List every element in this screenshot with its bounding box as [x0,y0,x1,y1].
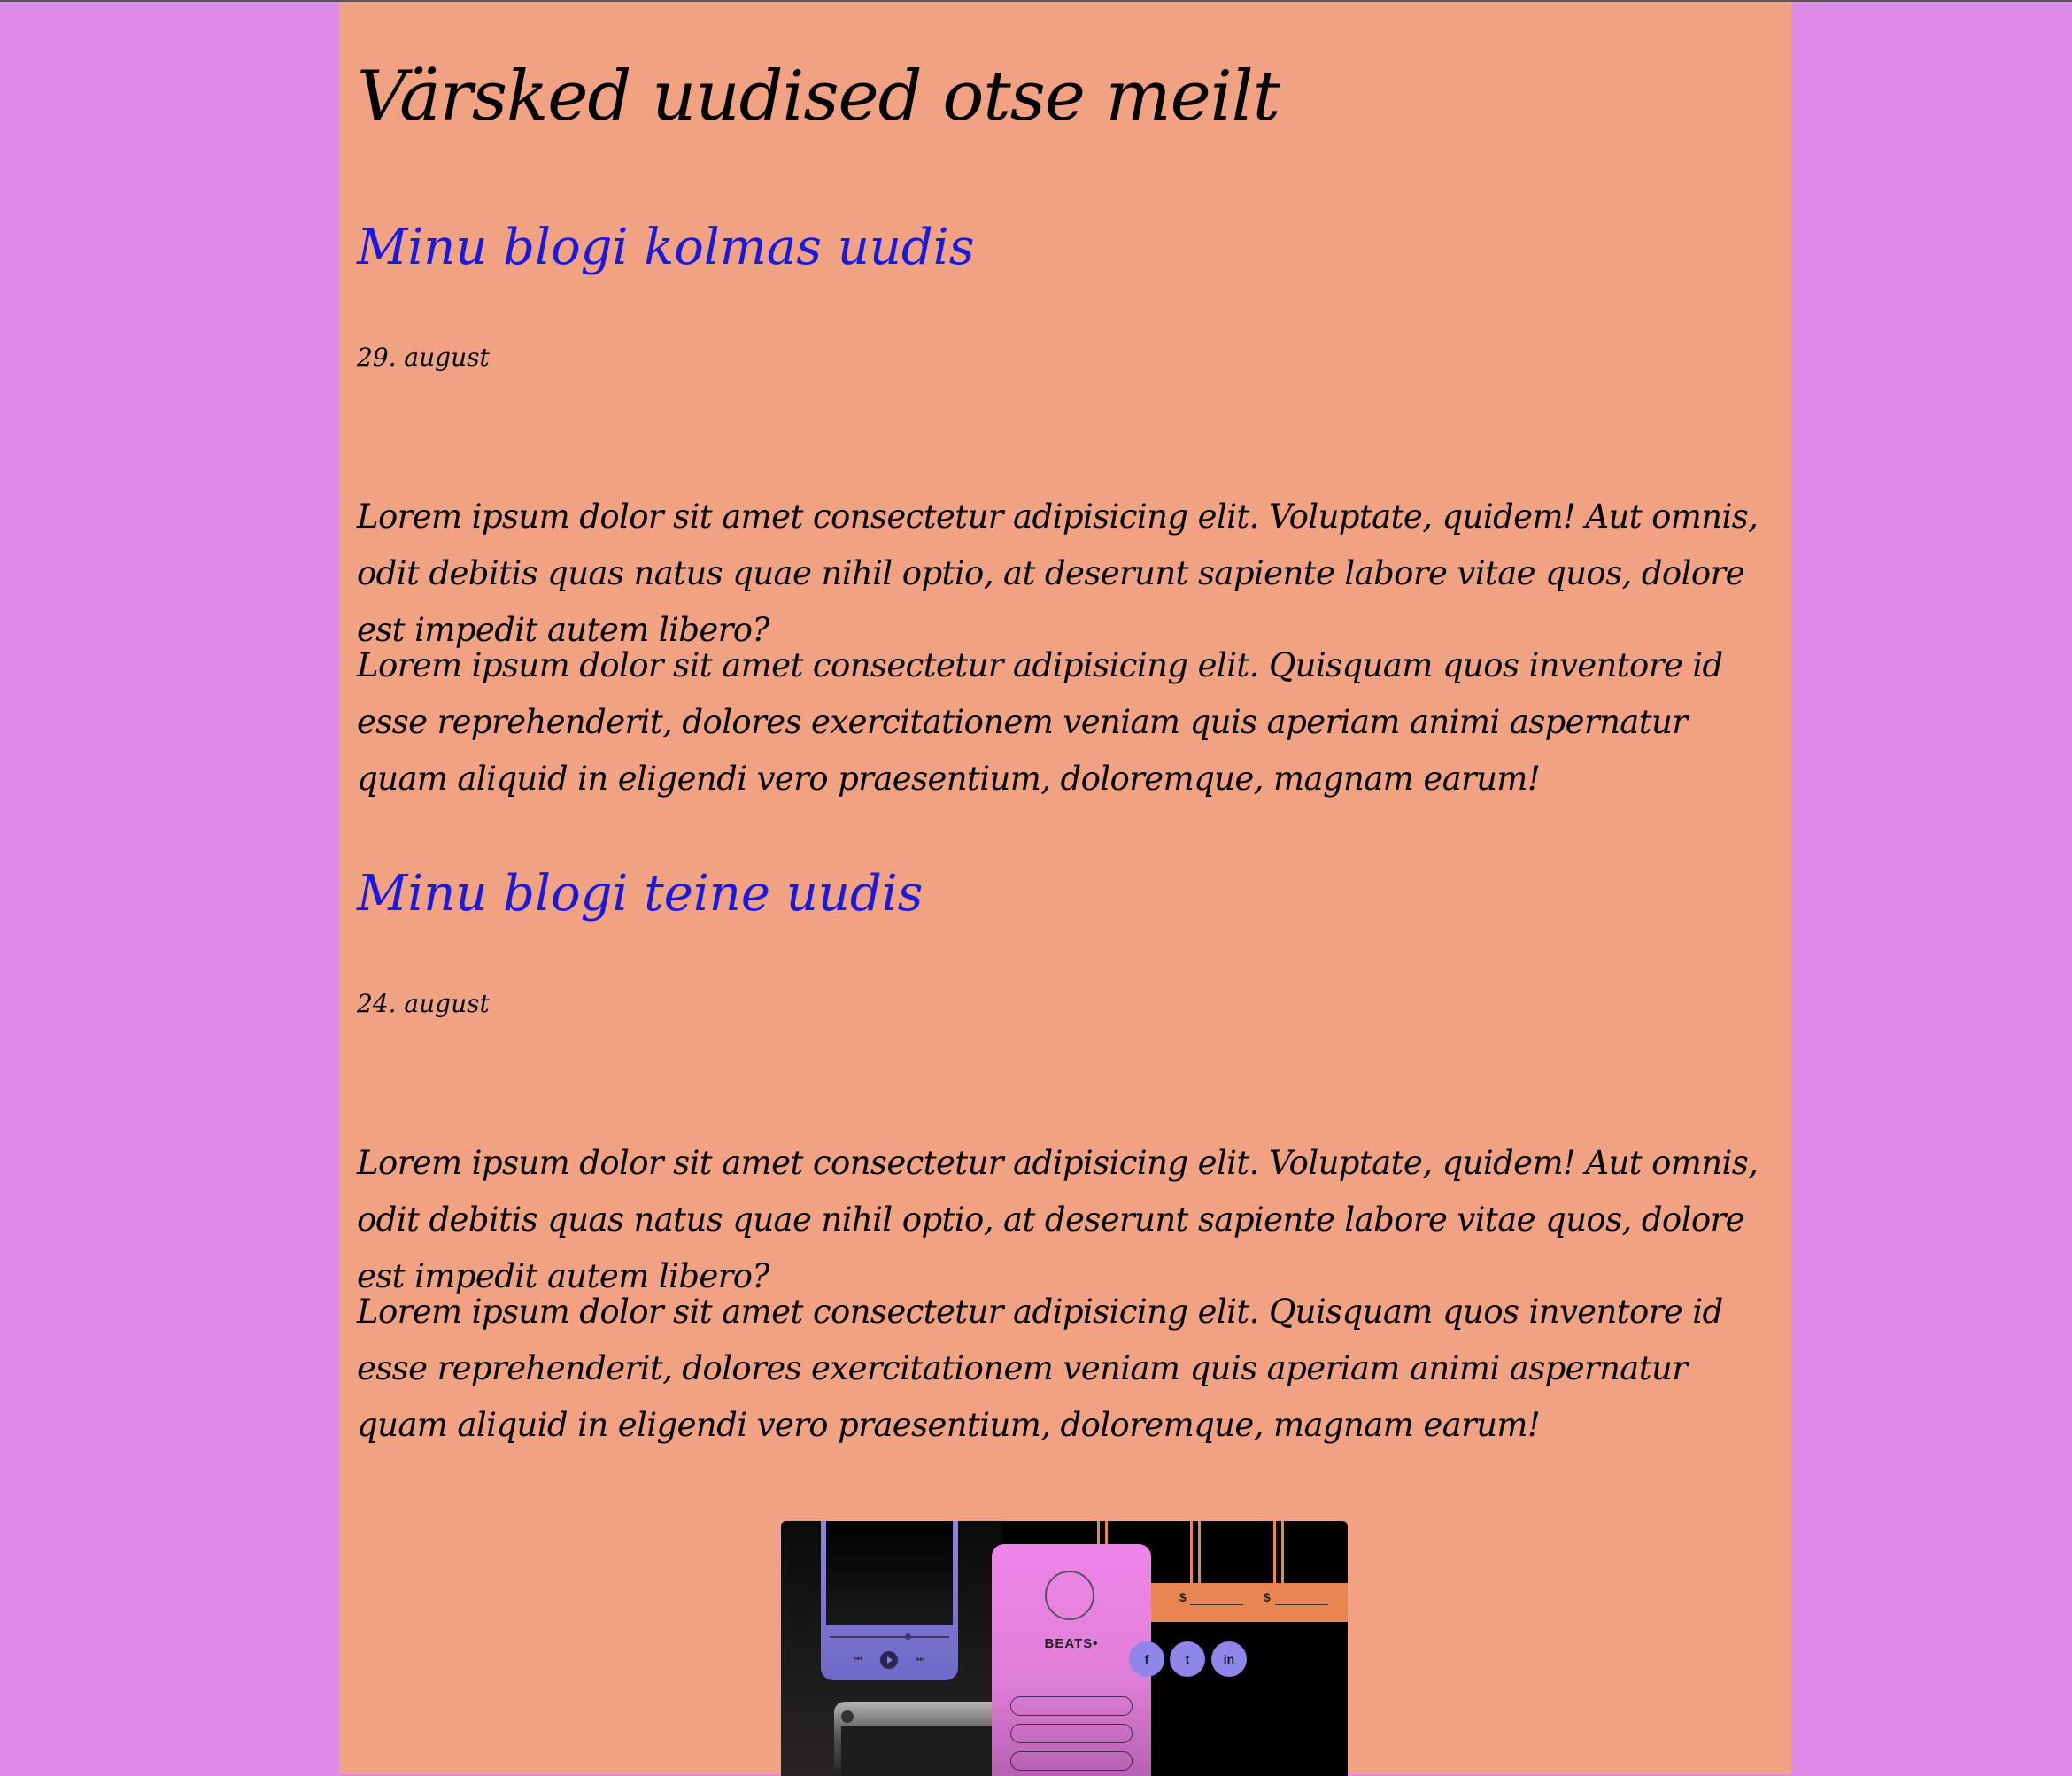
card-body [841,1726,995,1776]
player-progress-knob [905,1633,911,1640]
post-date: 29. august [357,343,490,372]
orange-strip [1273,1521,1284,1583]
post-paragraph: Lorem ipsum dolor sit amet consectetur a… [357,498,1759,649]
next-icon: ⏭ [916,1655,924,1664]
page-container: Värsked uudised otse meilt Minu blogi ko… [339,2,1791,1776]
linkedin-icon: in [1211,1641,1247,1677]
brand-label: BEATS• [1044,1636,1099,1651]
price-symbol: $ [1179,1590,1187,1604]
price-line [1275,1604,1328,1605]
price-line [1190,1604,1243,1605]
page-title: Värsked uudised otse meilt [357,57,1280,136]
facebook-icon: f [1129,1641,1164,1677]
profile-avatar-icon [1045,1571,1094,1620]
phone-button [1010,1751,1133,1771]
post-paragraph: Lorem ipsum dolor sit amet consectetur a… [357,646,1723,798]
post-title-link[interactable]: Minu blogi teine uudis [357,865,923,923]
player-progress-bar [830,1636,949,1638]
play-icon [880,1651,898,1669]
previous-icon: ⏮ [854,1655,862,1664]
phone-button [1010,1724,1133,1743]
twitter-icon: t [1170,1641,1205,1677]
orange-strip [1190,1521,1201,1583]
card-avatar [841,1710,854,1723]
phone-button [1010,1696,1133,1716]
price-symbol: $ [1264,1590,1271,1604]
music-player-mockup: ⏮ ⏭ [821,1521,958,1680]
post-paragraph: Lorem ipsum dolor sit amet consectetur a… [357,1144,1759,1295]
post-paragraph: Lorem ipsum dolor sit amet consectetur a… [357,1293,1723,1444]
grey-card-mockup [834,1702,1002,1776]
post-date: 24. august [357,989,490,1018]
phone-mockup: BEATS• [992,1544,1151,1776]
post-illustration: ⏮ ⏭ $ $ BEATS• f t in [781,1521,1348,1776]
post-title-link[interactable]: Minu blogi kolmas uudis [357,219,974,276]
player-screen [826,1521,953,1625]
